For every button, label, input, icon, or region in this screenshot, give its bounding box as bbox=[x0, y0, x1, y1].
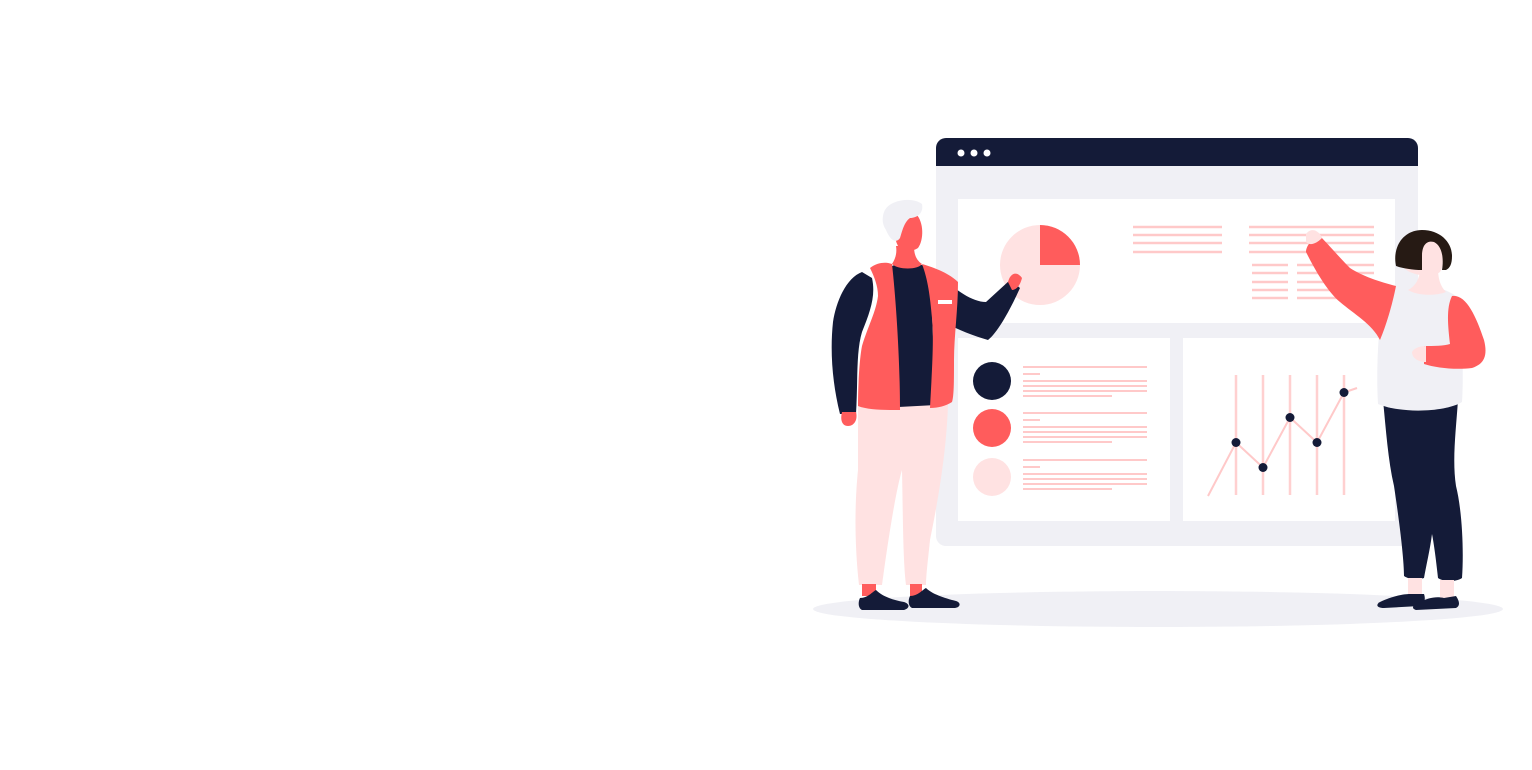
status-dot-coral bbox=[973, 409, 1011, 447]
window-dot-icon bbox=[983, 149, 991, 157]
status-dot-navy bbox=[973, 362, 1011, 400]
woman-ankle bbox=[1408, 578, 1422, 596]
browser-titlebar bbox=[936, 138, 1418, 166]
window-dot-icon bbox=[970, 149, 978, 157]
chart-point bbox=[1285, 413, 1295, 422]
chart-point bbox=[1339, 388, 1349, 397]
woman-trousers bbox=[1383, 400, 1463, 581]
man-trousers bbox=[855, 405, 948, 585]
woman-ankle bbox=[1440, 580, 1454, 598]
man-hand bbox=[841, 412, 857, 426]
chart-point bbox=[1231, 438, 1241, 447]
dashboard-illustration bbox=[813, 138, 1503, 627]
status-dot-blush bbox=[973, 458, 1011, 496]
browser-window bbox=[936, 138, 1418, 546]
man-badge bbox=[938, 300, 952, 304]
chart-point bbox=[1312, 438, 1322, 447]
window-dot-icon bbox=[957, 149, 965, 157]
chart-point bbox=[1258, 463, 1268, 472]
